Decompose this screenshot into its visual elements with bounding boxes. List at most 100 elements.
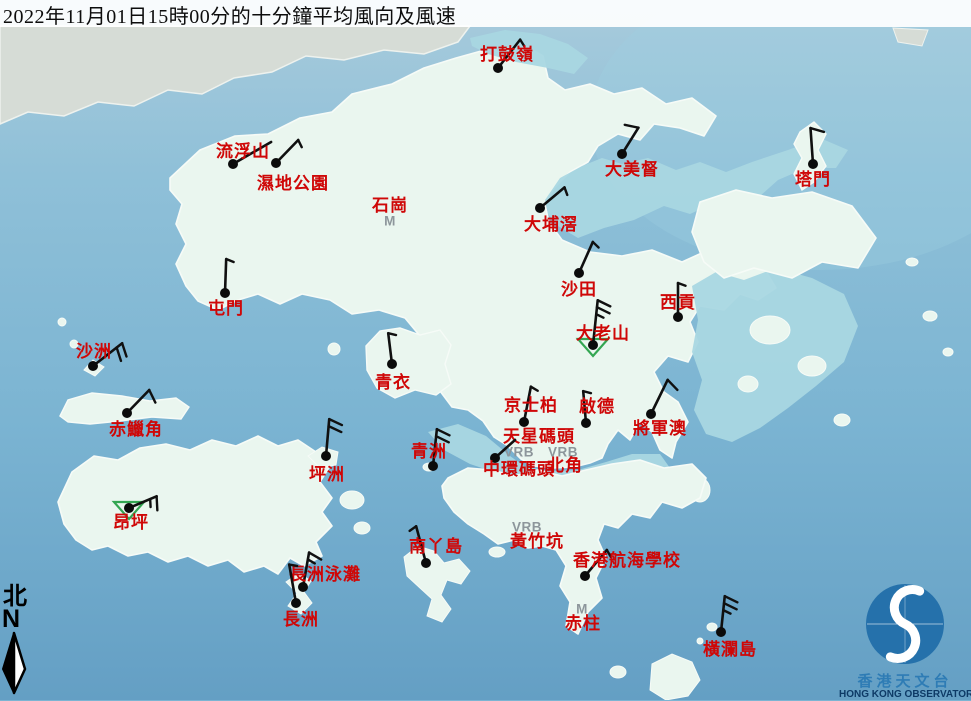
wind-barb-shaft xyxy=(651,380,668,414)
wind-barb-shaft xyxy=(579,242,593,273)
station-stanley: M赤柱 xyxy=(565,602,601,635)
wind-barb-feather xyxy=(329,419,342,425)
wind-stations-overlay: 打鼓嶺流浮山濕地公園 M石崗 大美督 塔門大埔滘沙田屯門 西貢沙洲 大老山青衣赤鱲角 京士柏… xyxy=(0,0,971,700)
station-label: 長洲泳灘 xyxy=(289,564,361,585)
station-dot xyxy=(673,312,683,322)
station-dot xyxy=(716,627,726,637)
station-label: 將軍澳 xyxy=(633,418,687,439)
station-waglan-island: 橫瀾島 xyxy=(703,596,757,660)
station-sha-tin: 沙田 xyxy=(561,242,599,300)
station-kai-tak: 啟德 xyxy=(579,391,615,428)
station-dot xyxy=(580,571,590,581)
station-label: 赤鱲角 xyxy=(109,419,163,440)
wind-barb-feather xyxy=(298,140,302,147)
station-label: 青洲 xyxy=(411,441,447,462)
station-dot xyxy=(428,461,438,471)
station-tuen-mun: 屯門 xyxy=(208,259,244,319)
compass-north-letter: N xyxy=(2,607,42,631)
wind-barb-feather xyxy=(157,496,158,510)
hko-logo-chinese: 香港天文台 xyxy=(839,673,971,689)
station-tates-cairn: 大老山 xyxy=(576,300,630,356)
station-dot xyxy=(581,418,591,428)
station-dot xyxy=(519,417,529,427)
station-hk-sea-school: 香港航海學校 xyxy=(573,550,681,581)
station-tai-po-kau: 大埔滘 xyxy=(524,187,578,235)
station-label: 坪洲 xyxy=(309,465,345,485)
map-title: 2022年11月01日15時00分的十分鐘平均風向及風速 xyxy=(3,0,456,29)
station-label: 啟德 xyxy=(579,396,615,417)
wind-barb-feather xyxy=(598,300,611,306)
station-label: 赤柱 xyxy=(565,613,601,634)
station-shek-kong: M石崗 xyxy=(371,196,408,229)
station-label: 西貢 xyxy=(660,293,696,313)
wind-barb-feather xyxy=(725,596,738,602)
station-sai-kung: 西貢 xyxy=(660,283,696,322)
station-label: 北角 xyxy=(547,455,583,476)
station-ta-kwu-ling: 打鼓嶺 xyxy=(480,40,534,73)
station-tai-mei-tuk: 大美督 xyxy=(605,125,659,180)
wind-barb-shaft xyxy=(721,596,725,632)
station-dot xyxy=(271,158,281,168)
station-label: 塔門 xyxy=(795,169,831,190)
wind-barb-feather xyxy=(149,390,155,403)
hko-logo-icon xyxy=(839,582,971,666)
north-arrow-icon xyxy=(2,631,30,695)
wind-barb-feather xyxy=(593,242,599,248)
station-label: 打鼓嶺 xyxy=(480,44,534,65)
station-cheung-chau-beach: 長洲泳灘 xyxy=(289,553,361,592)
wind-barb-feather xyxy=(117,348,121,361)
station-label: 大美督 xyxy=(605,159,659,180)
wind-barb-shaft xyxy=(326,419,329,456)
station-label: 香港航海學校 xyxy=(573,550,681,571)
station-ngong-ping: 昂坪 xyxy=(113,496,157,533)
station-label: 長洲 xyxy=(283,610,319,630)
station-dot xyxy=(321,451,331,461)
station-label: 濕地公園 xyxy=(257,173,329,194)
station-kings-park: 京士柏 xyxy=(504,387,558,427)
wind-barb-feather xyxy=(410,526,417,531)
station-dot xyxy=(291,598,301,608)
wind-barb-feather xyxy=(531,387,538,391)
wind-barb-feather xyxy=(724,603,737,609)
station-dot xyxy=(122,408,132,418)
station-label: 橫瀾島 xyxy=(703,639,757,660)
wind-barb-feather xyxy=(668,380,678,390)
station-wong-chuk-hang: VRB黃竹坑 xyxy=(509,520,564,553)
wind-barb-feather xyxy=(565,187,568,195)
wind-barb-feather xyxy=(308,559,315,563)
station-label: 南丫島 xyxy=(409,536,463,557)
station-label: 沙田 xyxy=(561,280,597,300)
station-label: 大埔滘 xyxy=(524,214,578,235)
station-dot xyxy=(124,503,134,513)
compass: 北 N xyxy=(2,584,42,700)
station-tap-mun: 塔門 xyxy=(795,128,831,190)
station-lau-fau-shan: 流浮山 xyxy=(216,141,271,169)
station-label: 青衣 xyxy=(375,372,411,393)
station-label: 中環碼頭 xyxy=(483,459,555,480)
wind-barb-shaft xyxy=(225,259,226,293)
hko-logo: 香港天文台 HONG KONG OBSERVATORY xyxy=(839,582,971,701)
station-dot xyxy=(535,203,545,213)
wind-barb-shaft xyxy=(810,128,813,164)
wind-barb-feather xyxy=(289,565,297,566)
wind-barb-feather xyxy=(122,343,126,356)
hko-logo-english: HONG KONG OBSERVATORY xyxy=(839,689,971,701)
station-north-point: VRB北角 xyxy=(547,445,583,477)
station-chek-lap-kok: 赤鱲角 xyxy=(109,390,163,440)
station-sha-chau: 沙洲 xyxy=(76,342,126,371)
station-lamma-island: 南丫島 xyxy=(409,526,463,568)
station-dot xyxy=(220,288,230,298)
station-tseung-kwan-o: 將軍澳 xyxy=(633,380,687,439)
station-label: 石崗 xyxy=(371,196,408,216)
station-label: 大老山 xyxy=(576,323,630,344)
station-label: 屯門 xyxy=(208,298,244,319)
compass-north-char: 北 xyxy=(3,584,42,607)
station-label: 黃竹坑 xyxy=(509,531,564,552)
station-peng-chau: 坪洲 xyxy=(309,419,345,485)
wind-barb-feather xyxy=(329,426,342,432)
station-label: 沙洲 xyxy=(76,342,112,362)
wind-barb-feather xyxy=(437,429,450,435)
station-dot xyxy=(808,159,818,169)
wind-barb-feather xyxy=(597,307,610,313)
station-green-island: 青洲 xyxy=(411,429,449,471)
